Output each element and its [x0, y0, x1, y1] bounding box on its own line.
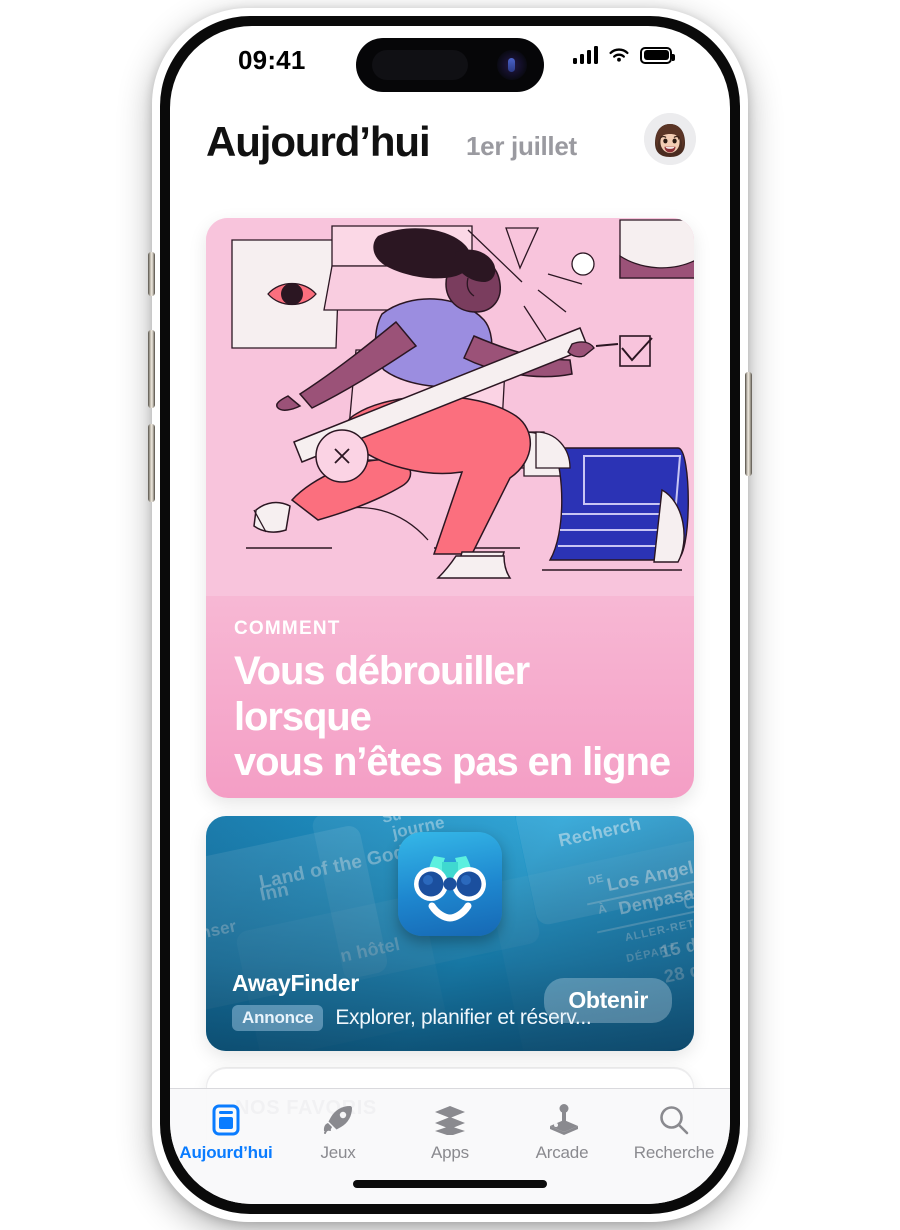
power-button[interactable] — [745, 372, 752, 476]
rocket-icon — [320, 1103, 356, 1137]
cellular-bars-icon — [572, 46, 598, 64]
screenshot-root: 09:41 Aujourd’hui 1er juillet COMMENT Vo… — [0, 0, 900, 1230]
home-indicator-bar[interactable] — [353, 1180, 547, 1188]
scroll-content[interactable]: COMMENT Vous débrouiller lorsque vous n’… — [170, 190, 730, 1204]
front-camera-icon — [497, 50, 527, 80]
wifi-icon — [609, 48, 629, 62]
stacked-squares-icon — [432, 1103, 468, 1137]
page-header: Aujourd’hui 1er juillet — [170, 110, 730, 186]
action-button[interactable] — [148, 252, 155, 296]
search-icon — [656, 1103, 692, 1137]
tab-recherche[interactable]: Recherche — [618, 1103, 730, 1163]
binoculars-face-app-icon[interactable] — [398, 832, 502, 936]
page-title: Aujourd’hui — [206, 118, 431, 165]
tab-label: Arcade — [535, 1143, 589, 1162]
tab-apps[interactable]: Apps — [394, 1103, 506, 1163]
avatar[interactable] — [644, 113, 696, 165]
battery-full-icon — [640, 46, 675, 64]
tab-aujourdhui[interactable]: Aujourd’hui — [170, 1103, 282, 1163]
tab-arcade[interactable]: Arcade — [506, 1103, 618, 1163]
page-date: 1er juillet — [466, 131, 577, 161]
tab-label: Recherche — [633, 1143, 715, 1162]
hero-headline-line1: Vous débrouiller lorsque — [234, 649, 530, 739]
volume-down-button[interactable] — [148, 424, 155, 502]
status-time: 09:41 — [238, 45, 306, 75]
joystick-icon — [544, 1103, 580, 1137]
tab-jeux[interactable]: Jeux — [282, 1103, 394, 1163]
ad-card-awayfinder[interactable]: Land of the Gods Inn journe à la nu Su n… — [206, 816, 694, 1051]
tab-label: Apps — [431, 1143, 469, 1162]
hero-headline: Vous débrouiller lorsque vous n’êtes pas… — [234, 649, 672, 786]
volume-up-button[interactable] — [148, 330, 155, 408]
phone-screen: 09:41 Aujourd’hui 1er juillet COMMENT Vo… — [170, 26, 730, 1204]
status-icons — [572, 46, 675, 64]
story-card-offline[interactable]: COMMENT Vous débrouiller lorsque vous n’… — [206, 218, 694, 798]
get-button[interactable]: Obtenir — [544, 978, 672, 1023]
hero-illustration — [206, 218, 694, 596]
dynamic-island — [356, 38, 544, 92]
today-card-icon — [208, 1103, 244, 1137]
hero-headline-line2: vous n’êtes pas en ligne — [234, 740, 671, 785]
tab-label: Aujourd’hui — [179, 1143, 273, 1162]
hero-text-block: COMMENT Vous débrouiller lorsque vous n’… — [234, 618, 672, 798]
tab-label: Jeux — [320, 1143, 356, 1162]
ad-badge: Annonce — [232, 1005, 324, 1031]
status-bar: 09:41 — [170, 26, 730, 94]
hero-kicker: COMMENT — [234, 618, 341, 639]
